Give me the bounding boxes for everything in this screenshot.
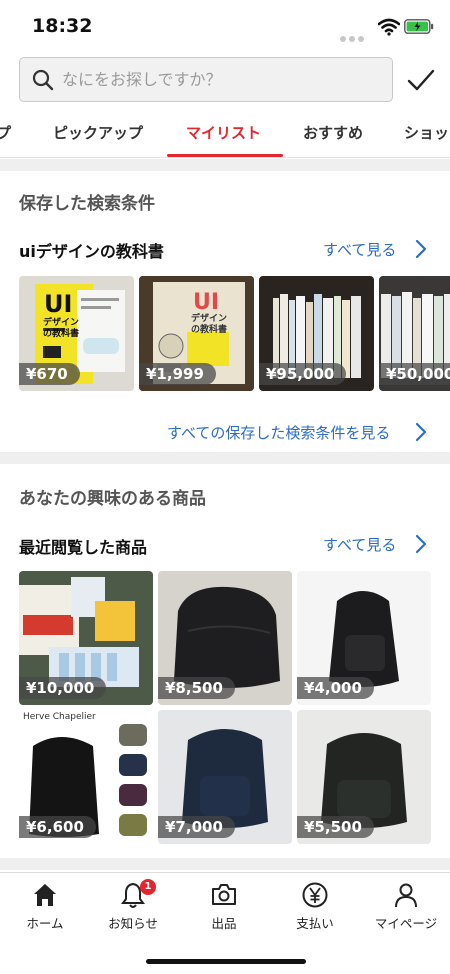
recent-item-thumb[interactable]: Herve Chapelier ¥6,600 — [19, 710, 153, 844]
signal-dots-icon — [340, 27, 367, 46]
tab-mylist[interactable]: マイリスト — [186, 122, 261, 143]
nav-payment-label: 支払い — [296, 916, 334, 931]
chevron-right-icon[interactable] — [414, 534, 428, 554]
status-time: 18:32 — [32, 15, 93, 37]
home-icon — [34, 884, 56, 906]
book-cover-subtitle: デザイン の教科書 — [191, 314, 228, 335]
nav-sell-label: 出品 — [211, 916, 237, 931]
chevron-right-icon[interactable] — [414, 422, 428, 442]
price-tag: ¥95,000 — [259, 363, 347, 385]
saved-search-see-all-link[interactable]: すべて見る — [323, 239, 396, 260]
saved-item-thumb[interactable]: ¥50,000 — [379, 276, 450, 391]
tab-pickup[interactable]: ピックアップ — [53, 122, 143, 143]
search-input[interactable] — [62, 58, 382, 101]
tab-shop-partial[interactable]: ショッ — [404, 122, 449, 143]
tab-recommended[interactable]: おすすめ — [303, 122, 363, 143]
saved-item-thumb[interactable]: ¥95,000 — [259, 276, 374, 391]
price-tag: ¥670 — [19, 363, 80, 385]
saved-item-thumb[interactable]: UI デザイン の教科書 ¥670 — [19, 276, 134, 391]
recently-viewed-see-all-link[interactable]: すべて見る — [323, 534, 396, 555]
nav-notifications[interactable]: 1 お知らせ — [88, 879, 178, 932]
brand-label: Herve Chapelier — [23, 712, 96, 722]
price-tag: ¥4,000 — [297, 677, 374, 699]
nav-mypage-label: マイページ — [374, 916, 438, 931]
recent-item-thumb[interactable]: ¥7,000 — [158, 710, 292, 844]
section-divider — [0, 858, 450, 870]
yen-icon — [302, 882, 328, 908]
recent-item-thumb[interactable]: ¥5,500 — [297, 710, 431, 844]
recent-item-thumb[interactable]: ¥4,000 — [297, 571, 431, 705]
book-cover-title: UI — [193, 290, 220, 315]
nav-home[interactable]: ホーム — [0, 881, 90, 932]
recently-viewed-heading: 最近閲覧した商品 — [19, 538, 148, 557]
battery-icon — [404, 19, 434, 34]
notification-badge: 1 — [140, 879, 156, 895]
interests-heading: あなたの興味のある商品 — [19, 489, 206, 509]
recent-item-thumb[interactable]: ¥8,500 — [158, 571, 292, 705]
check-icon[interactable] — [406, 66, 436, 96]
price-tag: ¥10,000 — [19, 677, 107, 699]
price-tag: ¥7,000 — [158, 816, 235, 838]
nav-mypage[interactable]: マイページ — [361, 881, 450, 932]
see-all-saved-searches-link[interactable]: すべての保存した検索条件を見る — [167, 422, 390, 443]
active-tab-indicator — [167, 154, 283, 157]
nav-payment[interactable]: 支払い — [270, 881, 360, 932]
camera-icon — [212, 884, 236, 905]
search-icon — [32, 69, 54, 91]
price-tag: ¥50,000 — [379, 363, 450, 385]
person-icon — [395, 883, 417, 908]
home-indicator — [146, 959, 306, 964]
wifi-icon — [378, 18, 400, 36]
price-tag: ¥6,600 — [19, 816, 96, 838]
chevron-right-icon[interactable] — [414, 239, 428, 259]
search-bar-row — [0, 52, 450, 110]
recent-item-thumb[interactable]: ¥10,000 — [19, 571, 153, 705]
saved-item-thumb[interactable]: UI デザイン の教科書 ¥1,999 — [139, 276, 254, 391]
search-box[interactable] — [19, 57, 393, 102]
tab-bar: プ ピックアップ マイリスト おすすめ ショッ — [0, 110, 450, 158]
book-cover-subtitle: デザイン の教科書 — [43, 318, 80, 339]
price-tag: ¥5,500 — [297, 816, 374, 838]
section-divider — [0, 159, 450, 171]
price-tag: ¥8,500 — [158, 677, 235, 699]
nav-sell[interactable]: 出品 — [179, 881, 269, 932]
tab-partial-left[interactable]: プ — [0, 122, 11, 143]
nav-home-label: ホーム — [26, 916, 64, 931]
price-tag: ¥1,999 — [139, 363, 216, 385]
nav-notifications-label: お知らせ — [108, 916, 158, 931]
saved-searches-heading: 保存した検索条件 — [19, 194, 155, 214]
status-bar: 18:32 — [0, 0, 450, 52]
book-cover-title: UI — [44, 290, 73, 318]
saved-search-query[interactable]: uiデザインの教科書 — [19, 238, 164, 262]
section-divider — [0, 452, 450, 464]
